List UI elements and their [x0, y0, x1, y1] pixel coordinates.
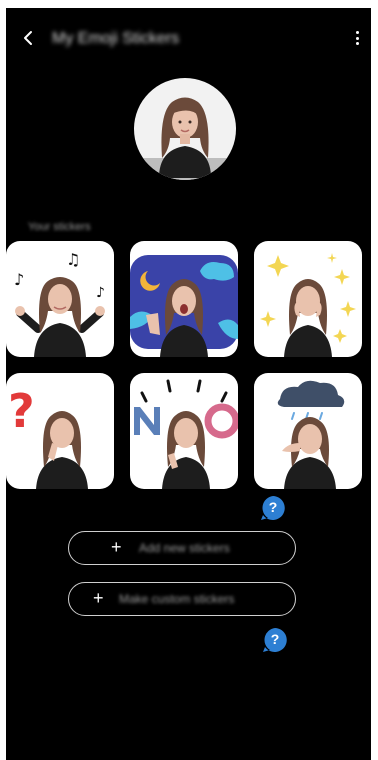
question-mark-icon: ?: [8, 384, 35, 438]
make-custom-stickers-label: Make custom stickers: [119, 592, 235, 606]
make-custom-stickers-button[interactable]: + Make custom stickers: [68, 582, 296, 616]
help-symbol: ?: [268, 499, 278, 515]
plus-icon: +: [111, 537, 122, 557]
section-label-your-stickers: Your stickers: [28, 221, 91, 233]
sticker-rain-cloud[interactable]: [254, 373, 362, 489]
top-app-bar: My Emoji Stickers: [6, 8, 371, 68]
sticker-yawning-night[interactable]: [130, 241, 238, 357]
help-badge[interactable]: ?: [262, 627, 288, 653]
profile-avatar[interactable]: [134, 78, 236, 180]
add-new-stickers-label: Add new stickers: [139, 541, 230, 555]
music-note-icon: ♪: [96, 285, 105, 301]
help-symbol: ?: [270, 631, 280, 647]
add-new-stickers-button[interactable]: + Add new stickers: [68, 531, 296, 565]
letter-o-shape: [204, 403, 238, 439]
avatar-icon: [134, 97, 236, 180]
plus-icon: +: [93, 588, 104, 608]
chevron-left-icon: [24, 31, 32, 45]
music-notes-icon: ♫: [66, 250, 80, 269]
page-title: My Emoji Stickers: [52, 30, 180, 47]
letter-n-shape: [134, 407, 160, 435]
sticker-no[interactable]: [130, 373, 238, 489]
more-options-button[interactable]: [349, 26, 365, 50]
cloud-icon: [277, 380, 345, 407]
sticker-sparkles[interactable]: [254, 241, 362, 357]
music-note-icon: ♪: [14, 270, 24, 289]
sticker-dancing-music-notes[interactable]: ♪ ♫ ♪: [6, 241, 114, 357]
help-badge[interactable]: ?: [260, 495, 286, 521]
app-screen: My Emoji Stickers Your stickers ♪ ♫ ♪ ? …: [6, 8, 371, 760]
more-vertical-icon: [355, 31, 359, 34]
back-button[interactable]: [16, 26, 40, 50]
sticker-question-mark[interactable]: ?: [6, 373, 114, 489]
